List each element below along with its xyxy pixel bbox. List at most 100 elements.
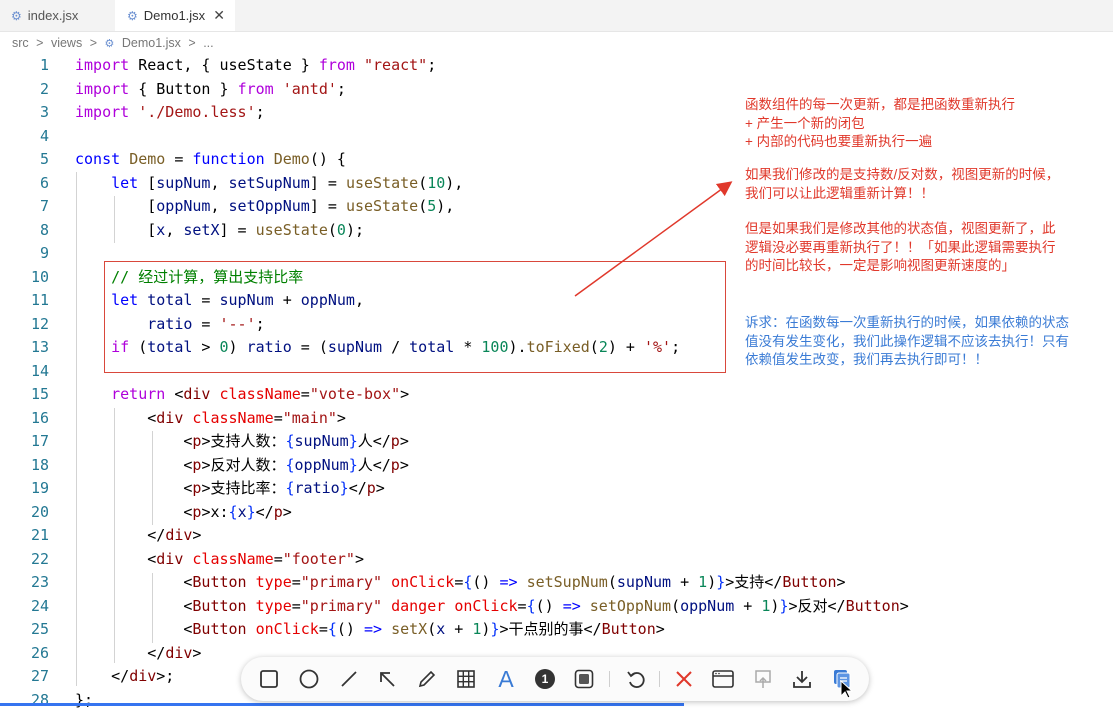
tab-index-jsx[interactable]: ⚙ index.jsx	[0, 0, 115, 31]
window-icon[interactable]	[708, 664, 738, 694]
code-token	[445, 597, 454, 615]
line-number: 18	[0, 454, 49, 478]
code-line[interactable]: 19 <p>支持比率：{ratio}</p>	[0, 477, 1113, 501]
border-icon[interactable]	[569, 664, 599, 694]
code-text: <div className="footer">	[75, 548, 364, 572]
code-line[interactable]: 20 <p>x:{x}</p>	[0, 501, 1113, 525]
close-icon[interactable]: ✕	[213, 7, 225, 24]
code-token: >	[283, 503, 292, 521]
gear-icon: ⚙	[11, 9, 22, 23]
code-token: x	[238, 503, 247, 521]
line-number: 4	[0, 125, 49, 149]
code-token: >支持</	[725, 573, 782, 591]
code-token: <	[75, 479, 192, 497]
circle-icon[interactable]	[294, 664, 324, 694]
code-text: let [supNum, setSupNum] = useState(10),	[75, 172, 463, 196]
code-line[interactable]: 22 <div className="footer">	[0, 548, 1113, 572]
pencil-icon[interactable]	[412, 664, 442, 694]
breadcrumb-src[interactable]: src	[12, 36, 29, 50]
code-line[interactable]: 23 <Button type="primary" onClick={() =>…	[0, 571, 1113, 595]
code-token: 10	[427, 174, 445, 192]
code-token: { Button }	[129, 80, 237, 98]
code-token: './Demo.less'	[138, 103, 255, 121]
indent-guide	[152, 431, 153, 525]
code-token: ;	[427, 56, 436, 74]
code-token: 人</	[358, 432, 391, 450]
code-token: =	[518, 597, 527, 615]
line-number: 27	[0, 665, 49, 689]
pin-icon[interactable]	[748, 664, 778, 694]
code-line[interactable]: 15 return <div className="vote-box">	[0, 383, 1113, 407]
code-token: >反对</	[788, 597, 845, 615]
code-line[interactable]: 21 </div>	[0, 524, 1113, 548]
code-token: React, { useState }	[129, 56, 319, 74]
code-text: <p>反对人数：{oppNum}人</p>	[75, 454, 409, 478]
code-token: }	[349, 456, 358, 474]
code-token: type	[256, 597, 292, 615]
code-token: >	[900, 597, 909, 615]
code-token: ),	[436, 197, 454, 215]
code-token: =	[319, 620, 328, 638]
tab-label: Demo1.jsx	[144, 8, 205, 23]
line-icon[interactable]	[334, 664, 364, 694]
code-token: <	[75, 573, 192, 591]
code-token	[355, 56, 364, 74]
tab-demo1-jsx[interactable]: ⚙ Demo1.jsx ✕	[115, 0, 235, 31]
code-token: <	[75, 620, 192, 638]
code-token: supNum	[617, 573, 671, 591]
cancel-icon[interactable]	[669, 664, 699, 694]
code-text: };	[75, 689, 93, 712]
editor-tab-bar: ⚙ index.jsx ⚙ Demo1.jsx ✕	[0, 0, 1113, 32]
code-token: =>	[499, 573, 517, 591]
code-text: <div className="main">	[75, 407, 346, 431]
code-text: const Demo = function Demo() {	[75, 148, 346, 172]
code-token: "react"	[364, 56, 427, 74]
code-token	[210, 385, 219, 403]
code-token: =	[165, 150, 192, 168]
number-icon[interactable]: 1	[530, 664, 560, 694]
code-token: "primary"	[301, 597, 382, 615]
code-line[interactable]: 17 <p>支持人数：{supNum}人</p>	[0, 430, 1113, 454]
code-token: {	[285, 479, 294, 497]
line-number: 16	[0, 407, 49, 431]
code-line[interactable]: 25 <Button onClick={() => setX(x + 1)}>干…	[0, 618, 1113, 642]
code-token: useState	[346, 174, 418, 192]
code-token: ()	[472, 573, 499, 591]
code-token	[120, 150, 129, 168]
code-token: (	[418, 174, 427, 192]
code-token: {	[285, 432, 294, 450]
code-text: <p>支持人数：{supNum}人</p>	[75, 430, 409, 454]
code-line[interactable]: 24 <Button type="primary" danger onClick…	[0, 595, 1113, 619]
undo-icon[interactable]	[621, 664, 651, 694]
breadcrumb-file[interactable]: Demo1.jsx	[122, 36, 181, 50]
text-icon[interactable]: A	[491, 664, 521, 694]
line-number: 11	[0, 289, 49, 313]
code-token: p	[367, 479, 376, 497]
breadcrumb-more[interactable]: ...	[203, 36, 213, 50]
code-text: <p>支持比率：{ratio}</p>	[75, 477, 385, 501]
code-line[interactable]: 18 <p>反对人数：{oppNum}人</p>	[0, 454, 1113, 478]
code-token: useState	[346, 197, 418, 215]
code-token: =>	[563, 597, 581, 615]
line-number: 20	[0, 501, 49, 525]
download-icon[interactable]	[787, 664, 817, 694]
code-token: [	[75, 221, 156, 239]
code-token: >	[400, 432, 409, 450]
code-line[interactable]: 16 <div className="main">	[0, 407, 1113, 431]
mosaic-icon[interactable]	[451, 664, 481, 694]
code-token: setX	[391, 620, 427, 638]
code-token: ()	[536, 597, 563, 615]
code-token: onClick	[256, 620, 319, 638]
code-token: "main"	[283, 409, 337, 427]
code-token: =	[292, 597, 301, 615]
code-line[interactable]: 1import React, { useState } from "react"…	[0, 54, 1113, 78]
arrow-icon[interactable]	[372, 664, 402, 694]
line-number: 15	[0, 383, 49, 407]
breadcrumb-views[interactable]: views	[51, 36, 82, 50]
rectangle-icon[interactable]	[254, 664, 284, 694]
code-token: </	[75, 667, 129, 685]
code-token: oppNum	[156, 197, 210, 215]
code-token: >	[400, 385, 409, 403]
code-text: <Button type="primary" danger onClick={(…	[75, 595, 909, 619]
code-token: >干点别的事</	[499, 620, 601, 638]
